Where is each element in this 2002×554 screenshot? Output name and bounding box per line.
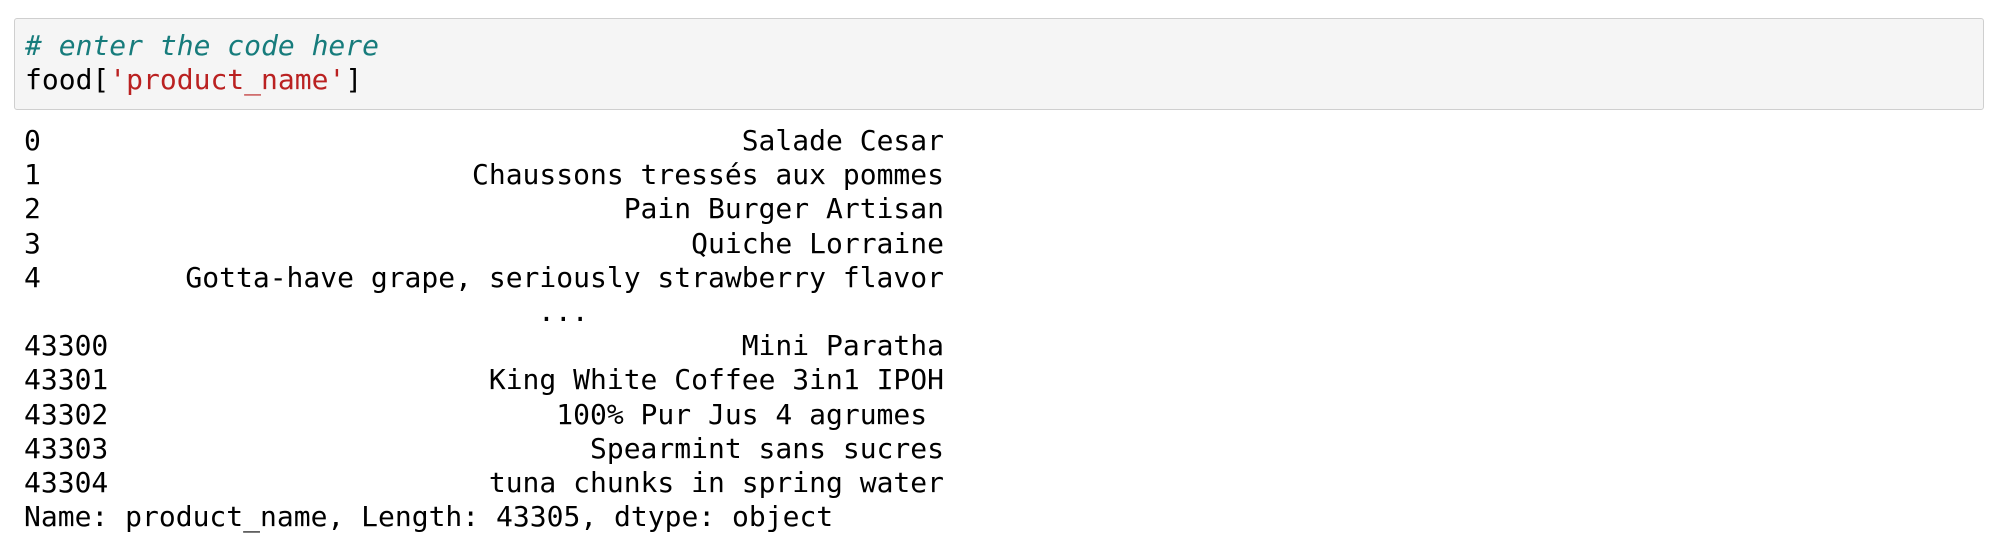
row-value: Pain Burger Artisan bbox=[623, 192, 944, 226]
row-index: 43304 bbox=[24, 465, 109, 499]
row-value: Quiche Lorraine bbox=[691, 226, 944, 260]
code-suffix: ] bbox=[345, 63, 363, 96]
row-index: 43301 bbox=[24, 363, 109, 397]
code-prefix: food[ bbox=[25, 63, 110, 96]
code-string-literal: 'product_name' bbox=[109, 63, 346, 96]
code-comment: # enter the code here bbox=[25, 29, 380, 62]
output-row: 43300 Mini Paratha bbox=[24, 329, 944, 363]
row-index: 43303 bbox=[24, 431, 109, 465]
output-row: 43302 100% Pur Jus 4 agrumes bbox=[24, 398, 944, 432]
row-value: Mini Paratha bbox=[741, 329, 944, 363]
row-value: King White Coffee 3in1 IPOH bbox=[488, 363, 944, 397]
output-row: 0 Salade Cesar bbox=[24, 124, 944, 158]
row-value: Spearmint sans sucres bbox=[589, 431, 944, 465]
row-value: Salade Cesar bbox=[741, 124, 944, 157]
output-row: 1 Chaussons tressés aux pommes bbox=[24, 158, 944, 192]
output-row: 4 Gotta-have grape, seriously strawberry… bbox=[24, 261, 944, 295]
output-row: 43303 Spearmint sans sucres bbox=[24, 432, 944, 466]
cell-output: 0 Salade Cesar 1 Chaussons tressés aux p… bbox=[24, 124, 944, 534]
row-index: 43302 bbox=[24, 397, 109, 431]
row-value: Chaussons tressés aux pommes bbox=[471, 158, 944, 192]
code-statement: food['product_name'] bbox=[25, 63, 362, 97]
row-index: 1 bbox=[24, 158, 41, 192]
row-index: 2 bbox=[24, 192, 41, 226]
row-index: 3 bbox=[24, 226, 41, 260]
output-ellipsis: ... bbox=[538, 294, 589, 328]
row-index: 0 bbox=[24, 124, 41, 157]
output-row: 43304 tuna chunks in spring water bbox=[24, 466, 944, 500]
row-index: 4 bbox=[24, 260, 41, 294]
row-value: 100% Pur Jus 4 agrumes bbox=[556, 397, 944, 431]
row-value: tuna chunks in spring water bbox=[488, 465, 944, 499]
series-summary: Name: product_name, Length: 43305, dtype… bbox=[24, 500, 834, 534]
row-index: 43300 bbox=[24, 329, 109, 363]
code-cell-input[interactable]: # enter the code here food['product_name… bbox=[14, 18, 1984, 110]
output-row: 3 Quiche Lorraine bbox=[24, 227, 944, 261]
output-ellipsis-row: ... bbox=[24, 295, 944, 329]
output-row: 2 Pain Burger Artisan bbox=[24, 192, 944, 226]
row-value: Gotta-have grape, seriously strawberry f… bbox=[185, 260, 944, 294]
output-row: 43301 King White Coffee 3in1 IPOH bbox=[24, 363, 944, 397]
